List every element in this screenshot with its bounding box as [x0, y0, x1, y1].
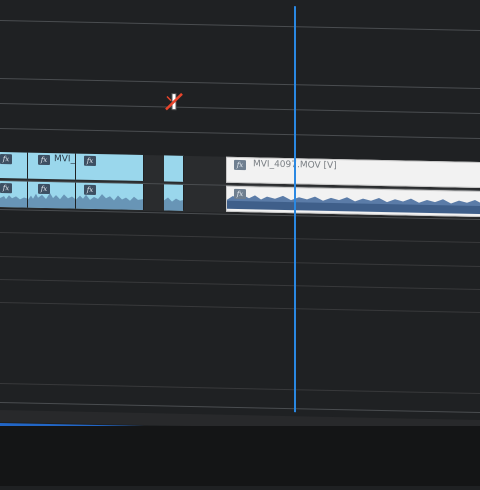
audio-clip-selected[interactable]: fx: [226, 185, 480, 218]
fx-badge-icon: fx: [84, 184, 96, 196]
fx-badge-icon: fx: [234, 188, 246, 200]
video-clip-selected[interactable]: fx MVI_4097.MOV [V]: [226, 156, 480, 189]
audio-clip[interactable]: fx: [76, 182, 144, 211]
track-divider: [0, 78, 480, 90]
track-divider: [0, 302, 480, 314]
track-divider: [0, 256, 480, 268]
fx-badge-icon: fx: [84, 155, 96, 167]
clip-label: MVI_: [54, 154, 76, 165]
waveform: [28, 193, 76, 209]
video-clip[interactable]: fx: [76, 153, 144, 182]
playhead[interactable]: [294, 6, 296, 413]
fx-badge-icon: fx: [38, 183, 50, 195]
audio-clip[interactable]: [164, 184, 184, 211]
track-divider: [0, 383, 480, 395]
track-divider: [0, 279, 480, 291]
video-clip[interactable]: [164, 155, 184, 182]
audio-clip[interactable]: fx: [28, 181, 76, 209]
video-clip[interactable]: fx: [0, 152, 28, 179]
fx-badge-icon: fx: [0, 154, 12, 165]
video-clip[interactable]: fx MVI_: [28, 152, 76, 180]
fx-badge-icon: fx: [38, 154, 50, 166]
fx-badge-icon: fx: [234, 159, 246, 171]
monitor-bezel: [0, 426, 480, 486]
track-divider: [0, 128, 480, 140]
track-divider: [0, 103, 480, 115]
audio-clip[interactable]: fx: [0, 181, 28, 208]
razor-no-edit-cursor-icon: [165, 92, 183, 111]
track-divider: [0, 20, 480, 32]
waveform: [164, 197, 184, 211]
fx-badge-icon: fx: [0, 183, 12, 194]
track-divider: [0, 232, 480, 244]
timeline-panel[interactable]: fx fx MVI_ fx fx MVI_4097.MOV [V] fx fx …: [0, 0, 480, 490]
